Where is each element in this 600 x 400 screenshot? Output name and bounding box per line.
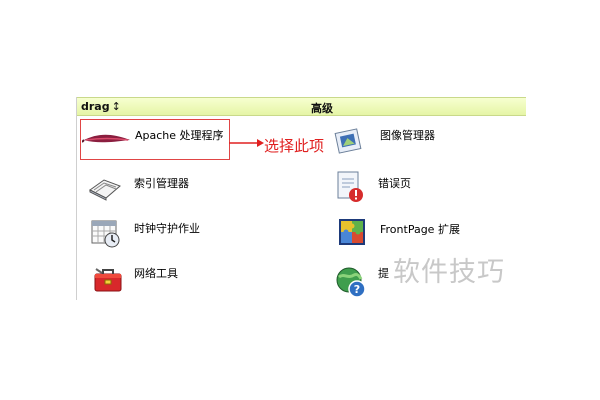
watermark: 软件技巧 — [393, 257, 505, 288]
section-header: drag ↕ 高级 — [77, 97, 526, 116]
error-pages-link[interactable]: 错误页 — [336, 170, 456, 208]
help-globe-icon: ? — [336, 267, 366, 298]
help-link[interactable]: ? 提 — [334, 263, 394, 299]
index-manager-link[interactable]: 索引管理器 — [88, 170, 218, 206]
arrow-icon — [229, 139, 264, 147]
frontpage-extensions-link[interactable]: FrontPage 扩展 — [338, 218, 478, 252]
cron-jobs-link[interactable]: 时钟守护作业 — [90, 216, 220, 252]
error-page-icon — [337, 171, 363, 202]
index-manager-label: 索引管理器 — [134, 177, 189, 190]
error-pages-label: 错误页 — [378, 177, 411, 190]
help-label: 提 — [378, 267, 389, 280]
image-manager-label: 图像管理器 — [380, 129, 435, 142]
frontpage-puzzle-icon — [339, 219, 365, 245]
image-manager-link[interactable]: 图像管理器 — [334, 125, 464, 161]
svg-text:?: ? — [354, 283, 360, 296]
drag-label: drag — [81, 100, 110, 113]
highlight-box — [80, 119, 230, 160]
section-title: 高级 — [311, 102, 333, 115]
annotation-text: 选择此项 — [264, 137, 325, 155]
cron-calendar-icon — [91, 220, 120, 248]
drag-arrow-icon: ↕ — [111, 100, 121, 113]
network-toolbox-icon — [94, 268, 122, 292]
drag-handle[interactable]: drag ↕ — [81, 100, 121, 113]
image-manager-icon — [334, 128, 362, 154]
cron-jobs-label: 时钟守护作业 — [134, 222, 200, 235]
network-tools-label: 网络工具 — [134, 267, 178, 280]
network-tools-link[interactable]: 网络工具 — [92, 263, 212, 299]
index-manager-icon — [89, 179, 121, 201]
frontpage-extensions-label: FrontPage 扩展 — [380, 223, 460, 236]
